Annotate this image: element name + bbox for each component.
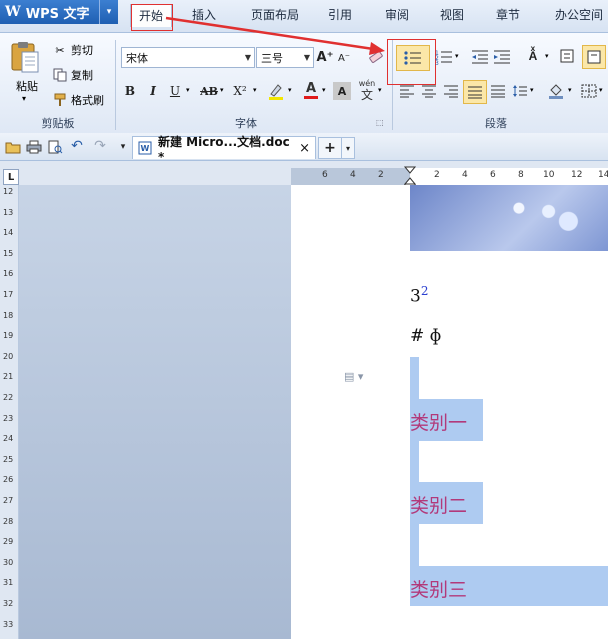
vertical-ruler-tick-label: 30 [3,557,14,567]
vertical-ruler-tick-label: 12 [3,187,14,196]
document-tab-title: 新建 Micro...文档.doc * [158,134,290,164]
ruler-tick-label: 10 [543,170,555,180]
vertical-ruler-tick-label: 26 [3,475,14,485]
superscript-text-line[interactable]: 32 [410,284,428,307]
ruler-tick-label: 4 [462,170,468,180]
ruler-tick-label: 2 [434,170,440,180]
clipboard-group-label: 剪贴板 [41,117,75,130]
vertical-ruler-tick-label: 22 [3,393,14,402]
vertical-ruler-tick-label: 28 [3,516,14,526]
print-preview-icon[interactable] [46,138,64,156]
doc-file-icon: W [138,141,152,155]
vertical-ruler-tick-label: 29 [3,537,14,547]
vertical-ruler-tick-label: 33 [3,619,14,629]
symbols-text-line[interactable]: # ɸ [410,326,441,346]
category-1-text[interactable]: 类别一 [410,408,467,435]
tab-stop-selector[interactable]: L [3,169,19,185]
vertical-ruler-tick-label: 20 [3,351,14,361]
vertical-ruler-tick-label: 32 [3,599,14,608]
ruler-tick-label: 6 [322,170,328,180]
document-tab[interactable]: W 新建 Micro...文档.doc * × [132,135,316,164]
vertical-ruler-tick-label: 15 [3,248,14,258]
ruler-tick-label: 12 [571,170,583,180]
open-folder-icon[interactable] [4,138,22,156]
font-dialog-launcher-icon[interactable]: ⬚ [376,118,384,127]
paragraph-group-label: 段落 [485,117,507,130]
vertical-ruler-tick-label: 19 [3,331,14,341]
undo-icon[interactable]: ↶ [68,137,86,155]
ruler-tick-label: 6 [490,170,496,180]
vertical-ruler-tick-label: 31 [3,578,14,588]
ruler-tick-label: 14 [598,170,608,180]
ruler-tick-label: 8 [518,170,524,180]
vertical-ruler-tick-label: 18 [3,310,14,320]
vertical-ruler-tick-label: 24 [3,434,14,444]
customize-toolbar-icon[interactable]: ▾ [116,138,130,156]
category-2-text[interactable]: 类别二 [410,491,467,518]
vertical-ruler-tick-label: 14 [3,228,14,238]
svg-text:W: W [141,144,150,153]
print-icon[interactable] [25,138,43,156]
page-margin-area [19,185,291,639]
redo-icon[interactable]: ↷ [91,137,109,155]
ruler-tick-label: 4 [350,170,356,180]
vertical-ruler-tick-label: 25 [3,454,14,464]
base-number: 3 [410,286,421,307]
selection-highlight [410,357,419,399]
close-tab-icon[interactable]: × [299,141,310,156]
vertical-ruler-tick-label: 16 [3,269,14,279]
vertical-ruler-tick-label: 23 [3,413,14,423]
selection-highlight [410,441,419,482]
font-group-label: 字体 [235,117,257,130]
annotation-arrow [165,16,385,55]
category-3-text[interactable]: 类别三 [410,575,467,602]
ruler-tick-label: 2 [378,170,384,180]
vertical-ruler-tick-label: 13 [3,207,14,217]
paragraph-marker-icon[interactable]: ▤ ▾ [344,370,363,383]
vertical-ruler-tick-label: 27 [3,496,14,505]
vertical-ruler-tick-label: 17 [3,290,14,299]
superscript-number: 2 [420,284,429,298]
tab-list-dropdown-icon[interactable]: ▾ [341,137,355,159]
new-tab-button[interactable]: + [318,137,342,159]
pearl-necklace-image[interactable] [410,185,608,251]
selection-highlight [410,524,419,566]
vertical-ruler-tick-label: 21 [3,372,14,382]
